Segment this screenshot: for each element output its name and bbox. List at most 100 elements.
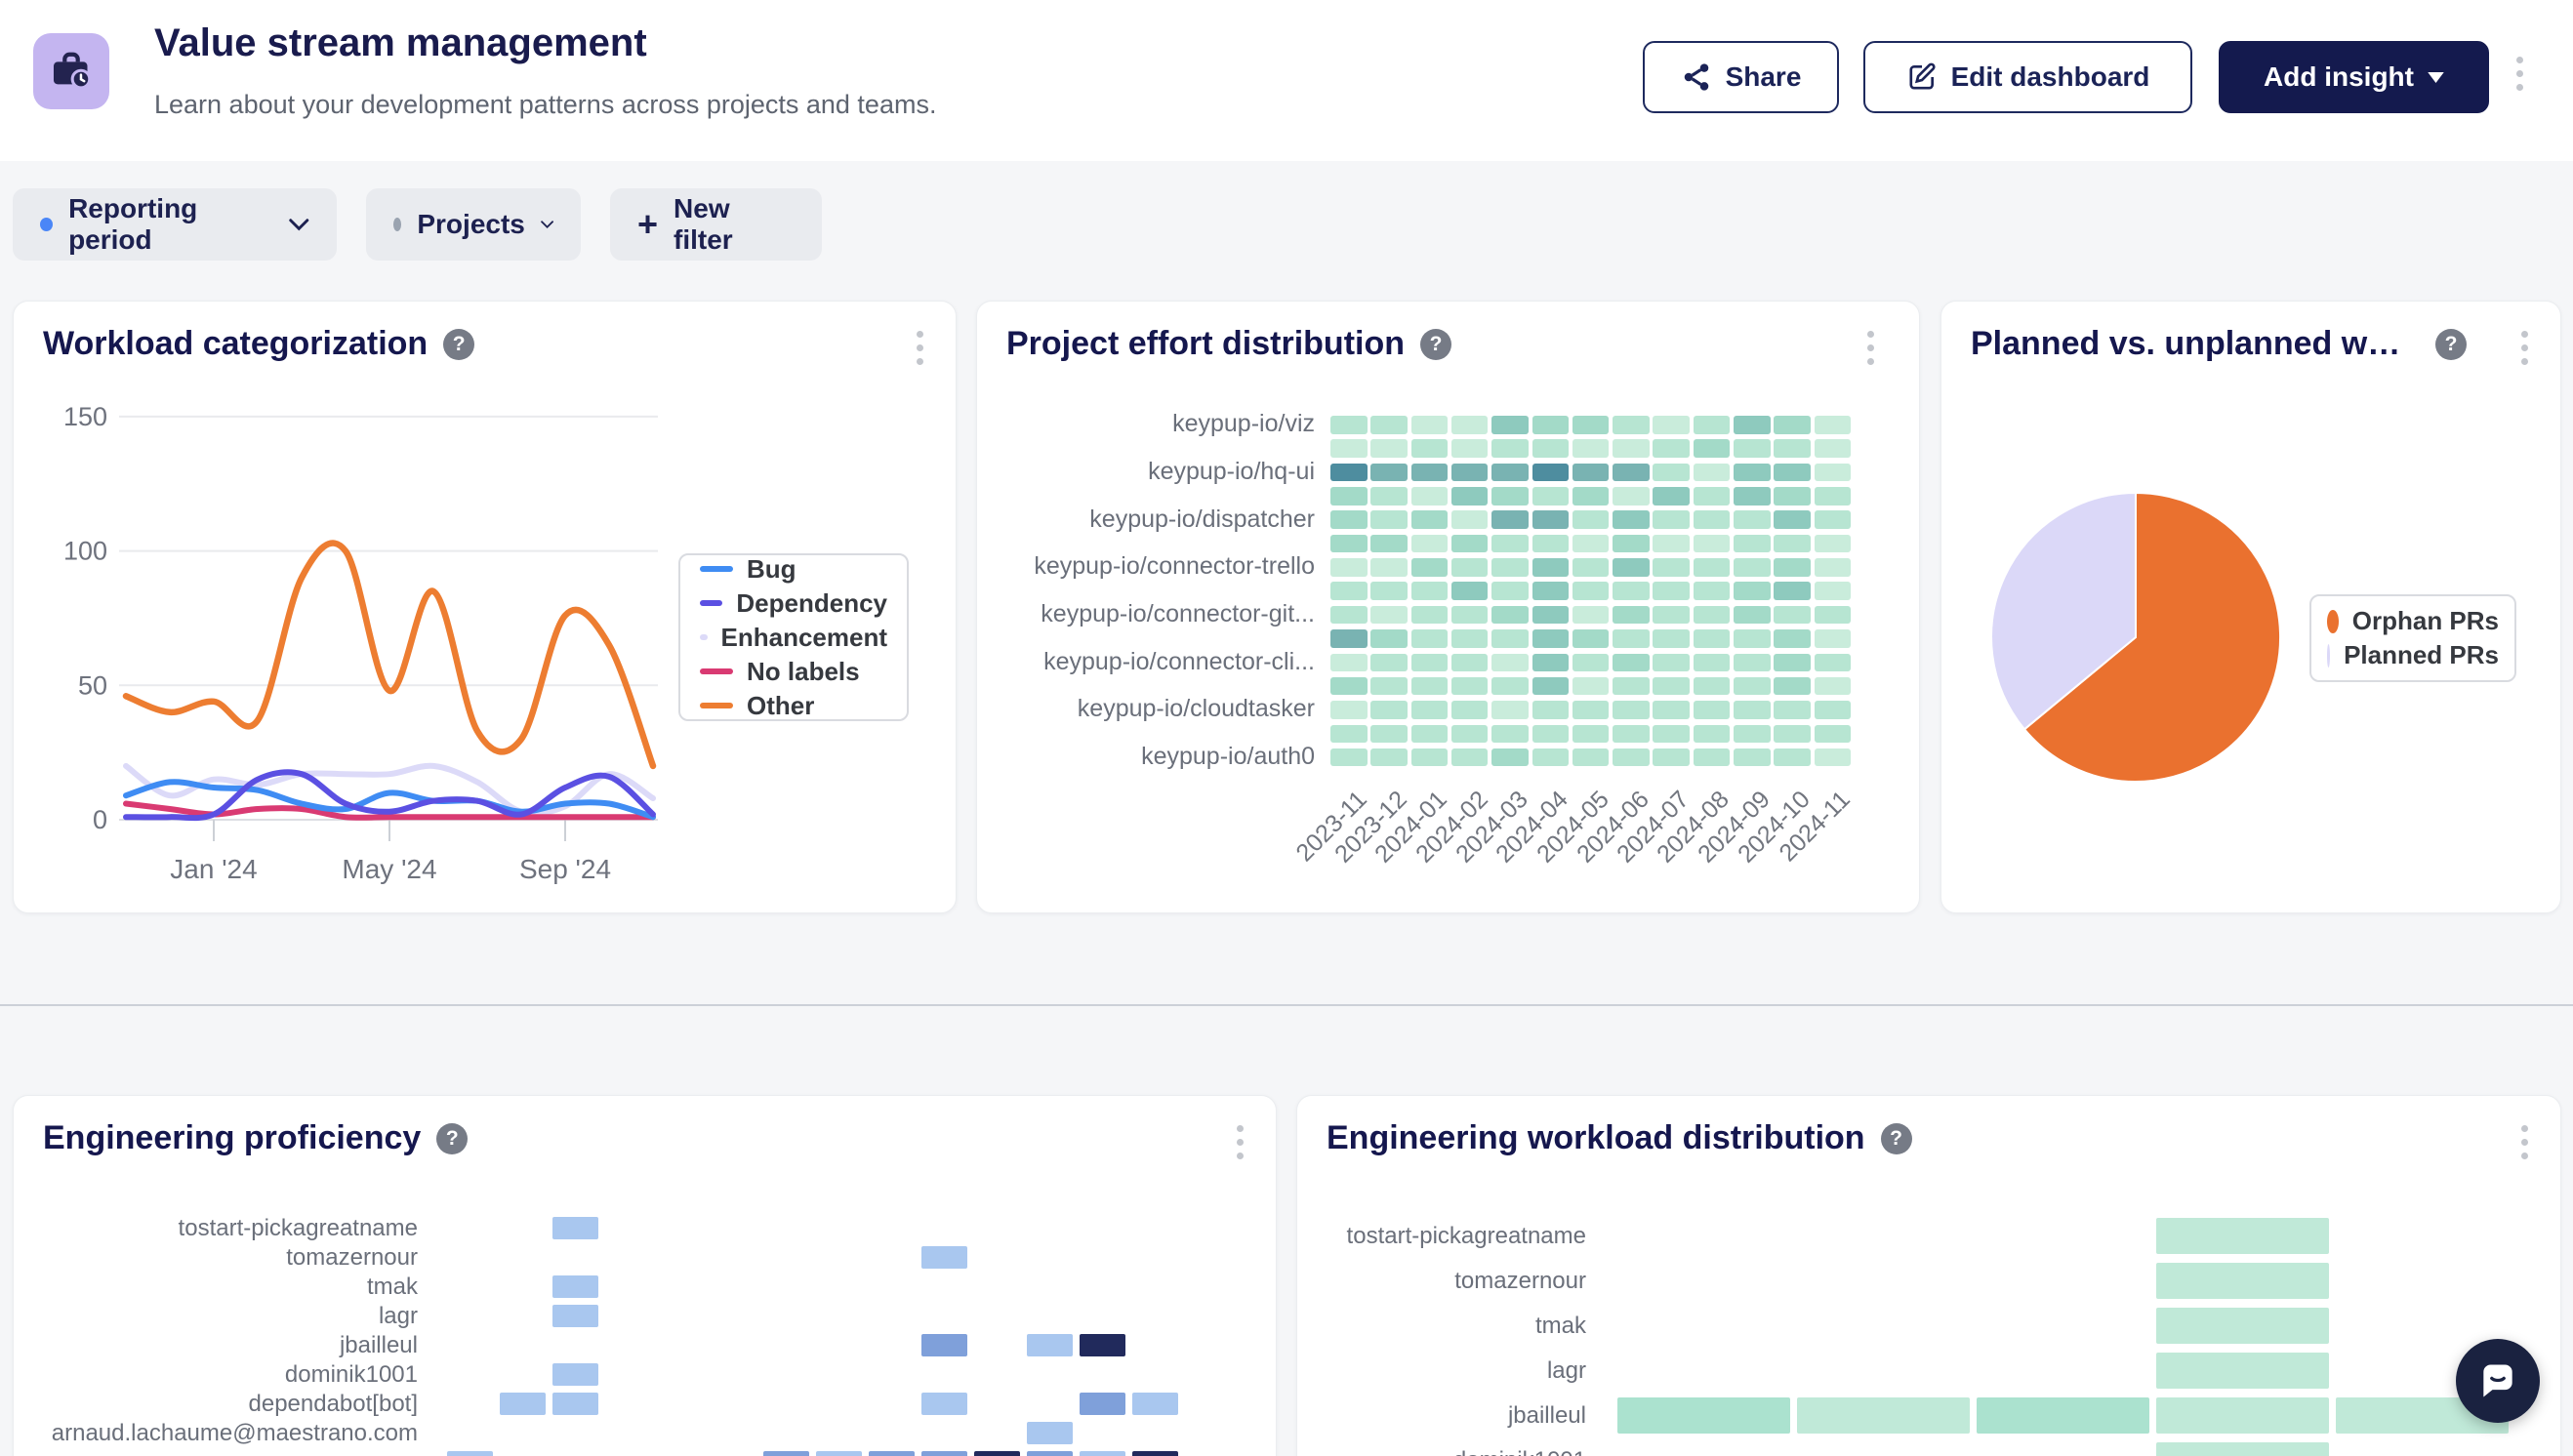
heatmap-cell bbox=[1572, 654, 1610, 672]
new-filter-label: New filter bbox=[674, 193, 795, 256]
legend-label: No labels bbox=[747, 657, 860, 687]
heatmap-cell bbox=[1815, 606, 1852, 625]
heatmap-cell bbox=[1653, 464, 1690, 482]
heatmap-cell bbox=[1532, 677, 1570, 696]
heatmap-row-label: keypup-io/connector-trello bbox=[977, 552, 1315, 581]
heatmap-cell bbox=[1370, 439, 1408, 458]
chevron-down-icon bbox=[541, 218, 553, 231]
heatmap-cell bbox=[1734, 487, 1771, 506]
workspace-icon bbox=[33, 33, 109, 109]
heatmap-cell bbox=[1330, 725, 1368, 744]
heatmap-cell bbox=[1491, 606, 1529, 625]
edit-dashboard-button[interactable]: Edit dashboard bbox=[1863, 41, 2192, 113]
share-button[interactable]: Share bbox=[1643, 41, 1839, 113]
heatmap-cell bbox=[1613, 558, 1650, 577]
heatmap-cell bbox=[1613, 510, 1650, 529]
heatmap-cell bbox=[1815, 629, 1852, 648]
card-overflow-menu[interactable] bbox=[917, 331, 923, 365]
filter-projects[interactable]: Projects bbox=[366, 188, 581, 261]
heatmap-cell bbox=[1491, 464, 1529, 482]
heatmap-cell bbox=[1815, 582, 1852, 600]
legend-item-no-labels[interactable]: No labels bbox=[700, 657, 887, 687]
heatmap-cell bbox=[1411, 558, 1449, 577]
legend-label: Planned PRs bbox=[2344, 640, 2499, 670]
heatmap-cell bbox=[1411, 629, 1449, 648]
help-icon[interactable] bbox=[1420, 329, 1451, 360]
help-icon[interactable] bbox=[1881, 1123, 1912, 1154]
heatmap-cell bbox=[1572, 606, 1610, 625]
card-project-effort-distribution: keypup-io/vizkeypup-io/hq-uikeypup-io/di… bbox=[976, 301, 1920, 913]
help-icon[interactable] bbox=[436, 1123, 468, 1154]
heatmap-cell bbox=[1797, 1397, 1970, 1434]
heatmap-row-label: keypup-io/dispatcher bbox=[977, 506, 1315, 534]
heatmap-cell bbox=[1451, 535, 1489, 553]
header-overflow-menu[interactable] bbox=[2516, 57, 2523, 91]
heatmap-cell bbox=[1451, 748, 1489, 767]
heatmap-cell bbox=[1132, 1451, 1178, 1456]
heatmap-cell bbox=[1491, 677, 1529, 696]
card-overflow-menu[interactable] bbox=[2521, 331, 2528, 365]
heatmap-cell bbox=[1491, 582, 1529, 600]
heatmap-cell bbox=[1451, 487, 1489, 506]
heatmap-cell bbox=[869, 1451, 915, 1456]
legend-item-planned-prs[interactable]: Planned PRs bbox=[2327, 640, 2499, 670]
heatmap-row-label: dominik1001 bbox=[14, 1361, 418, 1389]
heatmap-cell bbox=[447, 1451, 493, 1456]
heatmap-cell bbox=[1774, 439, 1811, 458]
heatmap-cell bbox=[1694, 629, 1731, 648]
heatmap-cell bbox=[1532, 464, 1570, 482]
legend-item-other[interactable]: Other bbox=[700, 691, 887, 721]
briefcase-clock-icon bbox=[49, 49, 94, 94]
heatmap-cell bbox=[1411, 725, 1449, 744]
new-filter-button[interactable]: + New filter bbox=[610, 188, 822, 261]
chart-legend: BugDependency Enhancement No labels Other bbox=[678, 553, 909, 721]
card-title: Engineering proficiency bbox=[43, 1119, 421, 1157]
card-workload-categorization: 150100500Jan '24May '24Sep '24BugDepende… bbox=[13, 301, 957, 913]
legend-line-swatch bbox=[700, 600, 722, 606]
heatmap-cell bbox=[1734, 439, 1771, 458]
legend-item-enhancement[interactable]: Enhancement bbox=[700, 623, 887, 653]
heatmap-cell bbox=[1613, 606, 1650, 625]
filter-reporting-period[interactable]: Reporting period bbox=[13, 188, 337, 261]
heatmap-cell bbox=[1694, 654, 1731, 672]
heatmap-cell bbox=[1451, 558, 1489, 577]
legend-item-orphan-prs[interactable]: Orphan PRs bbox=[2327, 606, 2499, 636]
heatmap-cell bbox=[1774, 654, 1811, 672]
heatmap-cell bbox=[1370, 510, 1408, 529]
legend-line-swatch bbox=[700, 634, 708, 640]
heatmap-cell bbox=[1080, 1451, 1125, 1456]
legend-label: Other bbox=[747, 691, 814, 721]
heatmap-cell bbox=[1532, 725, 1570, 744]
heatmap-cell bbox=[1694, 416, 1731, 434]
heatmap-cell bbox=[1694, 725, 1731, 744]
help-icon[interactable] bbox=[443, 329, 474, 360]
heatmap-cell bbox=[500, 1393, 546, 1415]
heatmap-cell bbox=[1815, 701, 1852, 719]
card-engineering-workload-distribution: tostart-pickagreatnametomazernourtmaklag… bbox=[1296, 1095, 2561, 1456]
heatmap-cell bbox=[1815, 416, 1852, 434]
card-overflow-menu[interactable] bbox=[2521, 1125, 2528, 1159]
chat-launcher-button[interactable] bbox=[2456, 1339, 2540, 1423]
heatmap-cell bbox=[1330, 606, 1368, 625]
legend-item-dependency[interactable]: Dependency bbox=[700, 588, 887, 619]
legend-item-bug[interactable]: Bug bbox=[700, 554, 887, 585]
heatmap-cell bbox=[1694, 439, 1731, 458]
heatmap-cell bbox=[1132, 1393, 1178, 1415]
heatmap-cell bbox=[1080, 1334, 1125, 1356]
heatmap-cell bbox=[552, 1393, 598, 1415]
heatmap-cell bbox=[552, 1363, 598, 1386]
heatmap-cell bbox=[1532, 606, 1570, 625]
heatmap-cell bbox=[1532, 487, 1570, 506]
card-overflow-menu[interactable] bbox=[1867, 331, 1874, 365]
help-icon[interactable] bbox=[2435, 329, 2467, 360]
card-overflow-menu[interactable] bbox=[1237, 1125, 1244, 1159]
heatmap-cell bbox=[1653, 606, 1690, 625]
heatmap-cell bbox=[1491, 558, 1529, 577]
heatmap-cell bbox=[1411, 535, 1449, 553]
heatmap-cell bbox=[1734, 558, 1771, 577]
svg-text:150: 150 bbox=[63, 402, 107, 431]
heatmap-row-label: keypup-io/connector-git... bbox=[977, 600, 1315, 628]
heatmap-cell bbox=[1572, 629, 1610, 648]
add-insight-button[interactable]: Add insight bbox=[2219, 41, 2489, 113]
heatmap-cell bbox=[1815, 654, 1852, 672]
